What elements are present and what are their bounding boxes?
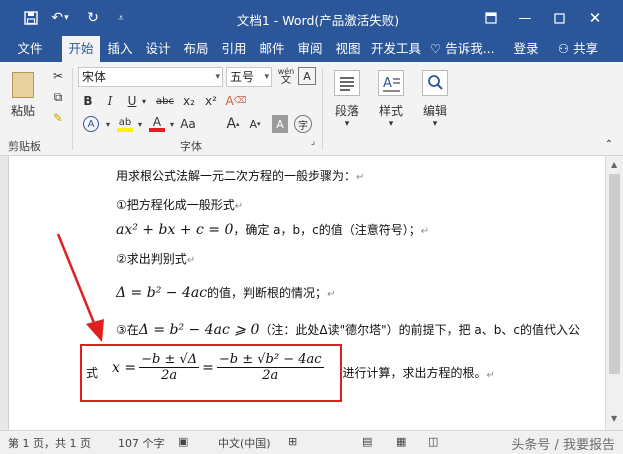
doc-line-4[interactable]: ②求出判别式↵ — [116, 250, 195, 267]
equation-general-form: ax² + bx + c = 0 — [116, 222, 234, 238]
proofing-icon[interactable]: ▣ — [178, 435, 188, 448]
chevron-down-icon: ▾ — [432, 119, 438, 129]
maximize-icon[interactable] — [548, 7, 570, 29]
superscript-button[interactable]: x² — [202, 92, 220, 110]
font-size-select[interactable]: 五号 ▾ — [226, 67, 272, 87]
language-status[interactable]: 中文(中国) — [218, 435, 271, 451]
chevron-down-icon[interactable]: ▾ — [168, 117, 176, 131]
tab-references[interactable]: 引用 — [218, 36, 250, 62]
change-case-icon[interactable]: Aa — [180, 114, 196, 134]
clear-format-icon[interactable]: A ⌫ — [226, 92, 247, 110]
chevron-down-icon: ▾ — [388, 119, 394, 129]
minimize-icon[interactable]: — — [514, 7, 536, 29]
highlight-box — [80, 344, 342, 402]
paragraph-icon[interactable] — [334, 70, 360, 96]
ribbon-display-icon[interactable] — [480, 7, 502, 29]
styles-button[interactable]: 样式 — [372, 102, 410, 118]
paste-icon[interactable] — [12, 72, 34, 98]
scroll-up-icon[interactable]: ▲ — [611, 160, 617, 169]
collapse-ribbon-icon[interactable]: ⌃ — [602, 138, 616, 150]
underline-button[interactable]: U — [124, 92, 140, 110]
watermark: 头条号 / 我要报告 — [511, 438, 615, 453]
chevron-down-icon: ▾ — [264, 72, 269, 82]
subscript-button[interactable]: x₂ — [180, 92, 198, 110]
tab-mailings[interactable]: 邮件 — [256, 36, 288, 62]
tab-insert[interactable]: 插入 — [104, 36, 136, 62]
divider — [322, 68, 323, 150]
doc-line-6[interactable]: ③在Δ = b² − 4ac ⩾ 0（注：此处Δ读"德尔塔"）的前提下，把 a、… — [116, 321, 580, 338]
divider — [72, 68, 73, 150]
strikethrough-button[interactable]: abc — [154, 92, 176, 110]
bold-button[interactable]: B — [80, 92, 96, 110]
tab-layout[interactable]: 布局 — [180, 36, 212, 62]
read-mode-icon[interactable]: ▤ — [362, 435, 372, 448]
doc-line-5[interactable]: Δ = b² − 4ac的值，判断根的情况；↵ — [116, 284, 335, 301]
share-button[interactable]: ⚇ 共享 — [550, 36, 606, 62]
undo-icon[interactable]: ↶ ▾ — [48, 9, 72, 27]
macro-icon[interactable]: ⊞ — [288, 435, 297, 448]
font-color-button[interactable]: A — [146, 114, 168, 134]
close-icon[interactable]: ✕ — [584, 7, 606, 29]
status-bar: 第 1 页，共 1 页 107 个字 ▣ 中文(中国) ⊞ ▤ ▦ ◫ 头条号 … — [0, 430, 623, 454]
redo-icon[interactable]: ↻ — [84, 9, 102, 27]
ribbon-tabs: 文件 开始 插入 设计 布局 引用 邮件 审阅 视图 开发工具 ♡ 告诉我...… — [0, 36, 623, 62]
web-layout-icon[interactable]: ◫ — [428, 435, 438, 448]
font-name-select[interactable]: 宋体 ▾ — [78, 67, 223, 87]
tab-review[interactable]: 审阅 — [294, 36, 326, 62]
chevron-down-icon[interactable]: ▾ — [104, 117, 112, 131]
save-icon[interactable] — [22, 9, 40, 27]
char-border-icon[interactable]: A — [298, 67, 316, 85]
italic-button[interactable]: I — [102, 92, 118, 110]
scrollbar-thumb[interactable] — [609, 174, 620, 374]
equation-condition: Δ = b² − 4ac ⩾ 0 — [138, 322, 260, 338]
scroll-down-icon[interactable]: ▼ — [611, 414, 617, 423]
format-painter-icon[interactable]: ✎ — [50, 110, 66, 126]
customize-qat-icon[interactable]: ⩡ — [114, 9, 128, 27]
tab-design[interactable]: 设计 — [142, 36, 174, 62]
highlight-button[interactable]: ab — [114, 114, 136, 134]
print-layout-icon[interactable]: ▦ — [396, 435, 406, 448]
doc-line-2[interactable]: ①把方程化成一般形式↵ — [116, 196, 243, 213]
paste-button[interactable]: 粘贴 — [6, 102, 40, 118]
ribbon: 粘贴 ✂ ⧉ ✎ 剪贴板 宋体 ▾ 五号 ▾ wén 文 A B I U ▾ abc … — [0, 62, 623, 156]
paragraph-button[interactable]: 段落 — [328, 102, 366, 118]
title-bar: ↶ ▾ ↻ ⩡ 文档1 - Word(产品激活失败) — ✕ — [0, 0, 623, 36]
tab-developer[interactable]: 开发工具 — [368, 36, 424, 62]
svg-text:A: A — [383, 76, 392, 91]
equation-discriminant: Δ = b² − 4ac — [116, 285, 208, 301]
word-window: ↶ ▾ ↻ ⩡ 文档1 - Word(产品激活失败) — ✕ 文件 开始 插入 设… — [0, 0, 623, 454]
page-count[interactable]: 第 1 页，共 1 页 — [8, 435, 91, 451]
search-icon[interactable] — [422, 70, 448, 96]
copy-icon[interactable]: ⧉ — [50, 89, 66, 105]
chevron-down-icon: ▾ — [215, 72, 220, 82]
phonetic-guide-icon[interactable]: wén 文 — [275, 65, 297, 87]
chevron-down-icon[interactable]: ▾ — [140, 94, 148, 108]
person-icon: ⚇ — [557, 41, 570, 56]
chevron-down-icon[interactable]: ▾ — [136, 117, 144, 131]
char-shading-button[interactable]: A — [272, 115, 288, 133]
font-group-label: 字体 — [180, 140, 202, 153]
cut-icon[interactable]: ✂ — [50, 68, 66, 84]
tab-view[interactable]: 视图 — [332, 36, 364, 62]
text-effects-button[interactable]: A — [80, 114, 102, 134]
grow-font-button[interactable]: A ▴ — [224, 114, 242, 134]
doc-line-3[interactable]: ax² + bx + c = 0，确定 a，b，c的值（注意符号）；↵ — [116, 221, 429, 238]
tab-file[interactable]: 文件 — [14, 36, 46, 62]
tell-me-box[interactable]: ♡ 告诉我... — [430, 36, 504, 62]
word-count[interactable]: 107 个字 — [118, 435, 165, 451]
clipboard-group-label: 剪贴板 — [8, 140, 41, 153]
doc-line-1[interactable]: 用求根公式法解一元二次方程的一般步骤为：↵ — [116, 167, 364, 184]
window-title: 文档1 - Word(产品激活失败) — [236, 13, 400, 28]
styles-icon[interactable]: A — [378, 70, 404, 96]
login-link[interactable]: 登录 — [510, 36, 542, 62]
dialog-launcher-icon[interactable]: ⌟ — [308, 136, 318, 148]
vertical-scrollbar[interactable]: ▲ ▼ — [605, 156, 623, 430]
tab-home[interactable]: 开始 — [62, 36, 100, 62]
chevron-down-icon: ▾ — [344, 119, 350, 129]
editing-button[interactable]: 编辑 — [416, 102, 454, 118]
enclose-char-button[interactable]: 字 — [294, 115, 312, 133]
lightbulb-icon: ♡ — [430, 41, 442, 56]
shrink-font-button[interactable]: A ▾ — [246, 114, 264, 134]
